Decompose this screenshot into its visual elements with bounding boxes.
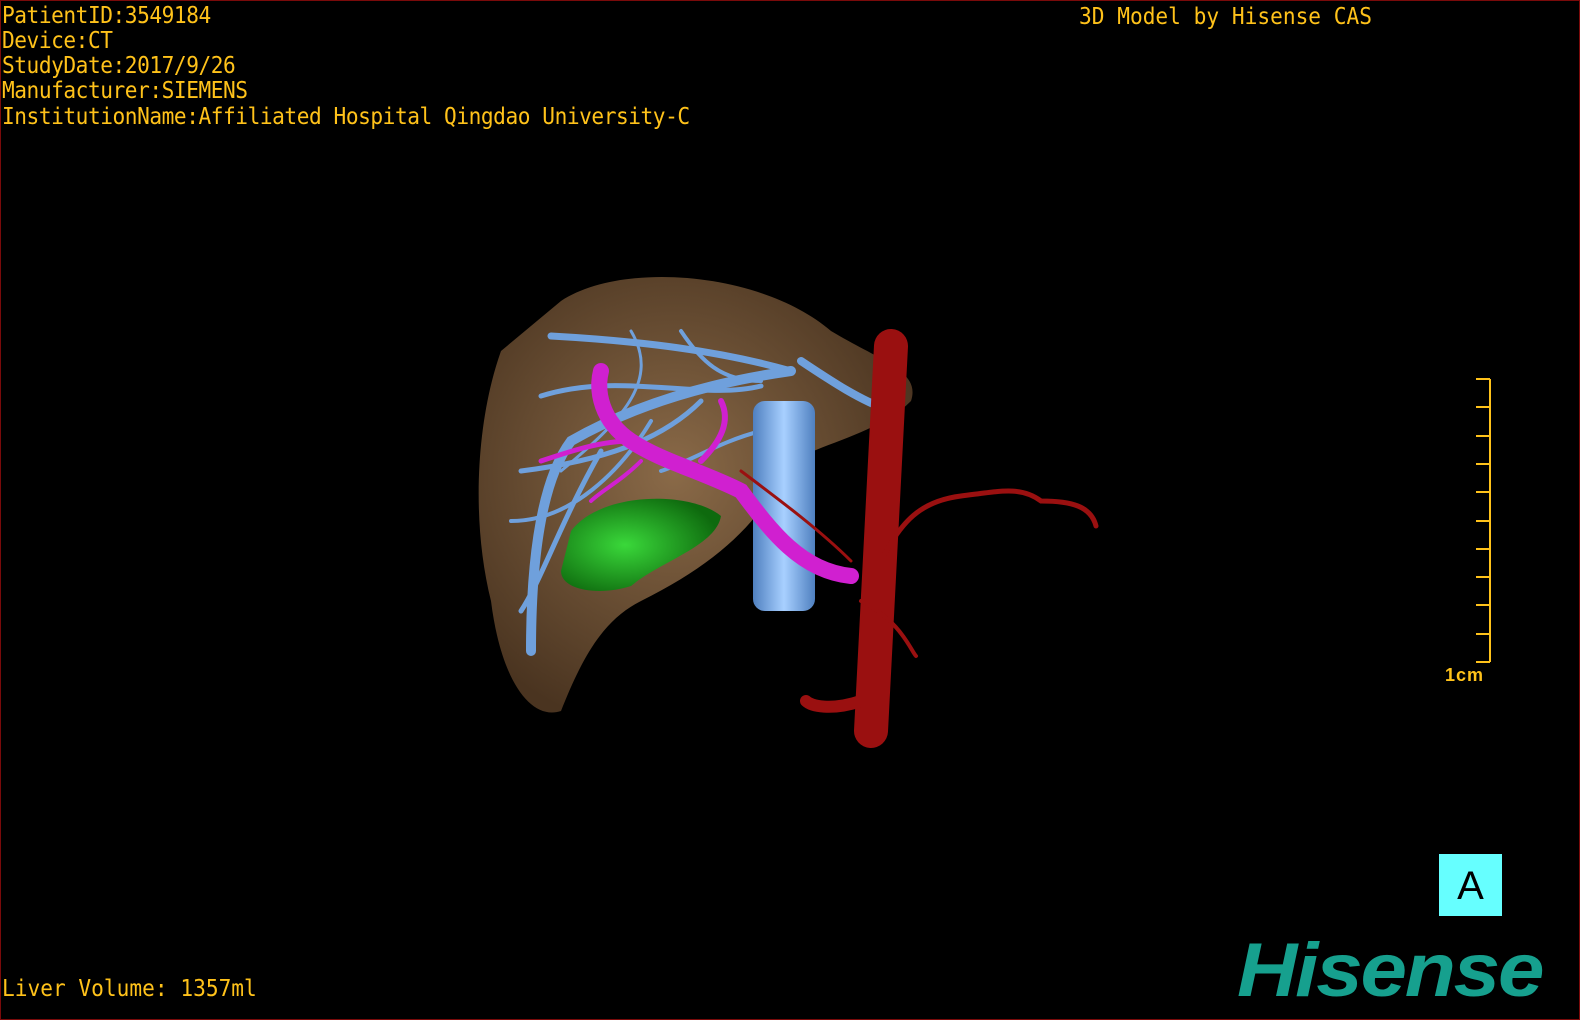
model-credit: 3D Model by Hisense CAS (1079, 4, 1373, 30)
scale-bar (1476, 378, 1491, 663)
liver-3d-model[interactable] (1, 1, 1579, 1019)
hisense-logo: Hisense (1237, 928, 1544, 1013)
liver-volume: Liver Volume: 1357ml (2, 976, 257, 1002)
3d-viewport[interactable]: PatientID:3549184 Device:CT StudyDate:20… (0, 0, 1580, 1020)
patient-id: PatientID:3549184 (2, 3, 211, 29)
scale-bar-label: 1cm (1445, 665, 1485, 685)
device: Device:CT (2, 28, 113, 54)
study-date: StudyDate:2017/9/26 (2, 53, 236, 79)
institution-name: InstitutionName:Affiliated Hospital Qing… (2, 104, 690, 130)
orientation-indicator[interactable]: A (1439, 854, 1502, 916)
manufacturer: Manufacturer:SIEMENS (2, 78, 248, 104)
